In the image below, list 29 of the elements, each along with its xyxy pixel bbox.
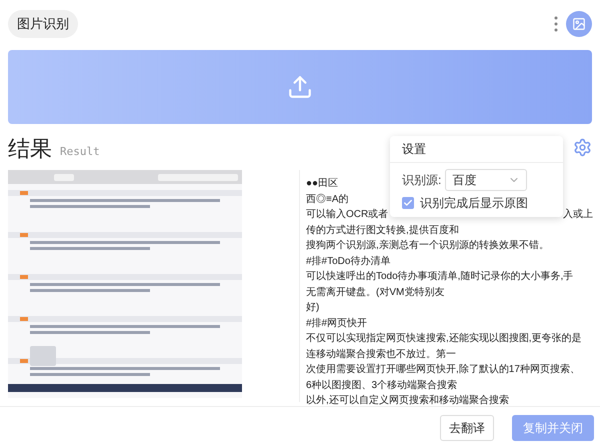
app-title: 图片识别 <box>8 10 78 38</box>
result-text-line: 次使用需要设置打开哪些网页快开,除了默认的17种网页搜索、 <box>306 362 580 377</box>
result-text-line: 搜狗两个识别源,亲测总有一个识别源的转换效果不错。 <box>306 238 549 253</box>
source-select[interactable]: 百度 <box>445 169 528 191</box>
translate-button[interactable]: 去翻译 <box>440 415 494 441</box>
result-text-line: 传的方式进行图文转换,提供百度和 <box>306 224 459 238</box>
result-text-line: 好) <box>306 301 320 315</box>
popover-title: 设置 <box>390 136 563 163</box>
result-text-line: 连移动端聚合搜索也不放过。第一 <box>306 348 456 362</box>
result-text-line: ●●田区 <box>306 177 338 191</box>
result-text-line: 入或上 <box>563 208 593 222</box>
more-icon[interactable] <box>554 16 558 32</box>
result-text-line: 可以输入OCR或者 <box>306 208 388 222</box>
checkbox-label: 识别完成后显示原图 <box>420 195 528 212</box>
result-text-line: 西◎≡A的 <box>306 192 349 206</box>
result-text-line: 以外,还可以自定义网页搜索和移动端聚合搜索 <box>306 394 509 408</box>
result-text-line: 不仅可以实现指定网页快速搜索,还能实现以图搜图,更夸张的是 <box>306 332 582 346</box>
result-text-line: #排#ToDo待办清单 <box>306 254 390 268</box>
image-icon[interactable] <box>566 11 592 37</box>
result-text-line: 6种以图搜图、3个移动端聚合搜索 <box>306 378 458 392</box>
result-text-line: #排#网页快开 <box>306 316 368 330</box>
result-text-line: 无需离开键盘。(对VM党特别友 <box>306 286 444 300</box>
source-label: 识别源: <box>402 172 442 189</box>
result-title: 结果 <box>8 138 52 160</box>
result-subtitle: Result <box>60 144 100 160</box>
result-text-line: 可以快速呼出的Todo待办事项清单,随时记录你的大小事务,手 <box>306 270 574 284</box>
checkbox[interactable] <box>402 197 414 209</box>
settings-icon[interactable] <box>573 138 592 157</box>
upload-area[interactable] <box>8 50 592 124</box>
